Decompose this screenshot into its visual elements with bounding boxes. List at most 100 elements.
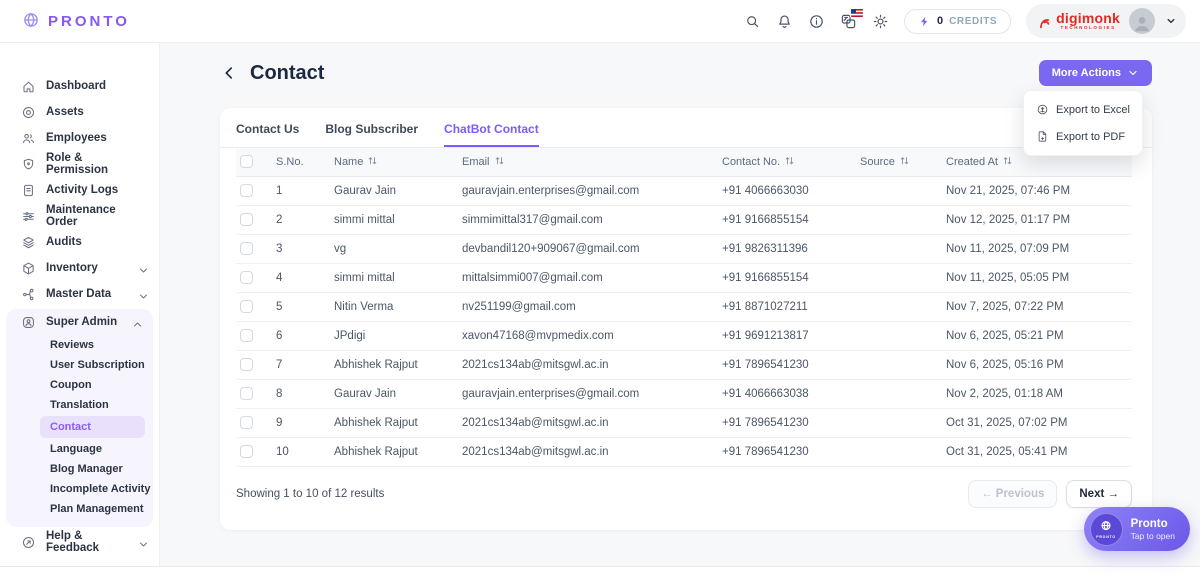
sidebar-item-super-admin[interactable]: Super Admin (6, 309, 153, 335)
page-title: Contact (250, 62, 324, 85)
search-icon[interactable] (744, 13, 761, 30)
info-icon[interactable] (808, 13, 825, 30)
row-checkbox[interactable] (240, 445, 253, 458)
credits-pill[interactable]: 0 CREDITS (904, 9, 1011, 34)
sidebar-subitem-reviews[interactable]: Reviews (6, 335, 153, 355)
sidebar-subitem-contact[interactable]: Contact (40, 416, 145, 438)
column-header-email[interactable]: Email (458, 148, 718, 176)
menu-item-export-to-pdf[interactable]: Export to PDF (1024, 123, 1142, 150)
cell-contact: +91 4066663038 (718, 379, 856, 408)
notifications-icon[interactable] (776, 13, 793, 30)
sidebar-item-audits[interactable]: Audits (0, 229, 159, 255)
row-checkbox[interactable] (240, 213, 253, 226)
menu-item-export-to-excel[interactable]: Export to Excel (1024, 96, 1142, 123)
cell-name: vg (330, 234, 458, 263)
table-row: 8 Gaurav Jain gauravjain.enterprises@gma… (236, 379, 1132, 408)
cell-name: Abhishek Rajput (330, 408, 458, 437)
avatar[interactable] (1129, 8, 1155, 34)
sidebar-item-master-data[interactable]: Master Data (0, 281, 159, 307)
chevron-down-icon[interactable] (1164, 14, 1178, 28)
sidebar-item-role-permission[interactable]: Role & Permission (0, 151, 159, 177)
pagination: ← Previous Next → (968, 480, 1132, 508)
row-checkbox[interactable] (240, 387, 253, 400)
sort-icon[interactable] (367, 155, 377, 166)
sort-icon[interactable] (494, 155, 504, 166)
menu-item-label: Export to Excel (1056, 104, 1130, 116)
sidebar-item-help-feedback[interactable]: Help & Feedback (0, 529, 159, 555)
sidebar-subitem-language[interactable]: Language (6, 439, 153, 459)
column-header-contact-no[interactable]: Contact No. (718, 148, 856, 176)
sort-icon[interactable] (784, 155, 794, 166)
cell-email: 2021cs134ab@mitsgwl.ac.in (458, 408, 718, 437)
cell-name: Abhishek Rajput (330, 350, 458, 379)
cell-email: nv251199@gmail.com (458, 292, 718, 321)
sidebar-item-inventory[interactable]: Inventory (0, 255, 159, 281)
org-logo: digimonk TECHNOLOGIES (1038, 11, 1120, 31)
previous-button[interactable]: ← Previous (968, 480, 1057, 508)
row-checkbox[interactable] (240, 416, 253, 429)
sidebar-subitem-translation[interactable]: Translation (6, 395, 153, 415)
sidebar-subitem-blog-manager[interactable]: Blog Manager (6, 459, 153, 479)
sidebar-item-dashboard[interactable]: Dashboard (0, 73, 159, 99)
tab-contact-us[interactable]: Contact Us (236, 122, 299, 147)
cell-created: Nov 2, 2025, 01:18 AM (942, 379, 1132, 408)
chat-widget-title: Pronto (1131, 517, 1175, 531)
sort-icon[interactable] (1002, 155, 1012, 166)
cell-email: gauravjain.enterprises@gmail.com (458, 176, 718, 205)
cell-select (236, 408, 272, 437)
next-button[interactable]: Next → (1066, 480, 1132, 508)
org-menu[interactable]: digimonk TECHNOLOGIES (1026, 4, 1186, 38)
sliders-icon (21, 209, 36, 224)
chat-widget-launcher[interactable]: PRONTO Pronto Tap to open (1084, 507, 1190, 551)
row-checkbox[interactable] (240, 242, 253, 255)
cell-sno: 5 (272, 292, 330, 321)
row-checkbox[interactable] (240, 271, 253, 284)
horizontal-scrollbar[interactable] (0, 566, 1200, 574)
topbar-actions: 0 CREDITS digimonk TECHNOLOGIES (744, 4, 1200, 38)
globe-icon (22, 11, 42, 31)
cell-created: Nov 12, 2025, 01:17 PM (942, 205, 1132, 234)
sort-icon[interactable] (899, 155, 909, 166)
row-checkbox[interactable] (240, 329, 253, 342)
sidebar-item-assets[interactable]: Assets (0, 99, 159, 125)
chevup-icon (130, 317, 145, 332)
sidebar-item-maintenance-order[interactable]: Maintenance Order (0, 203, 159, 229)
box-icon (21, 261, 36, 276)
row-checkbox[interactable] (240, 358, 253, 371)
cell-name: Gaurav Jain (330, 176, 458, 205)
select-all-checkbox[interactable] (240, 155, 253, 168)
table-row: 4 simmi mittal mittalsimmi007@gmail.com … (236, 263, 1132, 292)
cell-email: mittalsimmi007@gmail.com (458, 263, 718, 292)
chat-logo-text: PRONTO (1096, 535, 1116, 539)
cell-source (856, 176, 942, 205)
theme-toggle-icon[interactable] (872, 13, 889, 30)
column-header-name[interactable]: Name (330, 148, 458, 176)
cell-created: Nov 6, 2025, 05:16 PM (942, 350, 1132, 379)
sidebar-item-employees[interactable]: Employees (0, 125, 159, 151)
sidebar-item-activity-logs[interactable]: Activity Logs (0, 177, 159, 203)
cell-sno: 6 (272, 321, 330, 350)
tab-chatbot-contact[interactable]: ChatBot Contact (444, 122, 539, 147)
pronto-chat-icon: PRONTO (1090, 513, 1123, 546)
row-checkbox[interactable] (240, 300, 253, 313)
cell-name: simmi mittal (330, 263, 458, 292)
tab-blog-subscriber[interactable]: Blog Subscriber (325, 122, 418, 147)
org-name: digimonk (1056, 11, 1120, 25)
sidebar-subitem-coupon[interactable]: Coupon (6, 375, 153, 395)
cell-contact: +91 9166855154 (718, 205, 856, 234)
sidebar-subitem-user-subscription[interactable]: User Subscription (6, 355, 153, 375)
sidebar-subitem-incomplete-activity[interactable]: Incomplete Activity (6, 479, 153, 499)
column-header-source[interactable]: Source (856, 148, 942, 176)
cell-source (856, 437, 942, 466)
more-actions-button[interactable]: More Actions (1039, 60, 1152, 86)
sidebar-item-label: Super Admin (46, 316, 117, 328)
app-logo[interactable]: PRONTO (0, 11, 130, 31)
row-checkbox[interactable] (240, 184, 253, 197)
menu-item-label: Export to PDF (1056, 131, 1125, 143)
chat-widget-subtitle: Tap to open (1131, 531, 1175, 541)
translate-icon[interactable] (840, 13, 857, 30)
sidebar-subitem-plan-management[interactable]: Plan Management (6, 499, 153, 519)
cell-sno: 3 (272, 234, 330, 263)
back-icon[interactable] (220, 64, 238, 82)
sidebar-item-label: Dashboard (46, 80, 106, 92)
